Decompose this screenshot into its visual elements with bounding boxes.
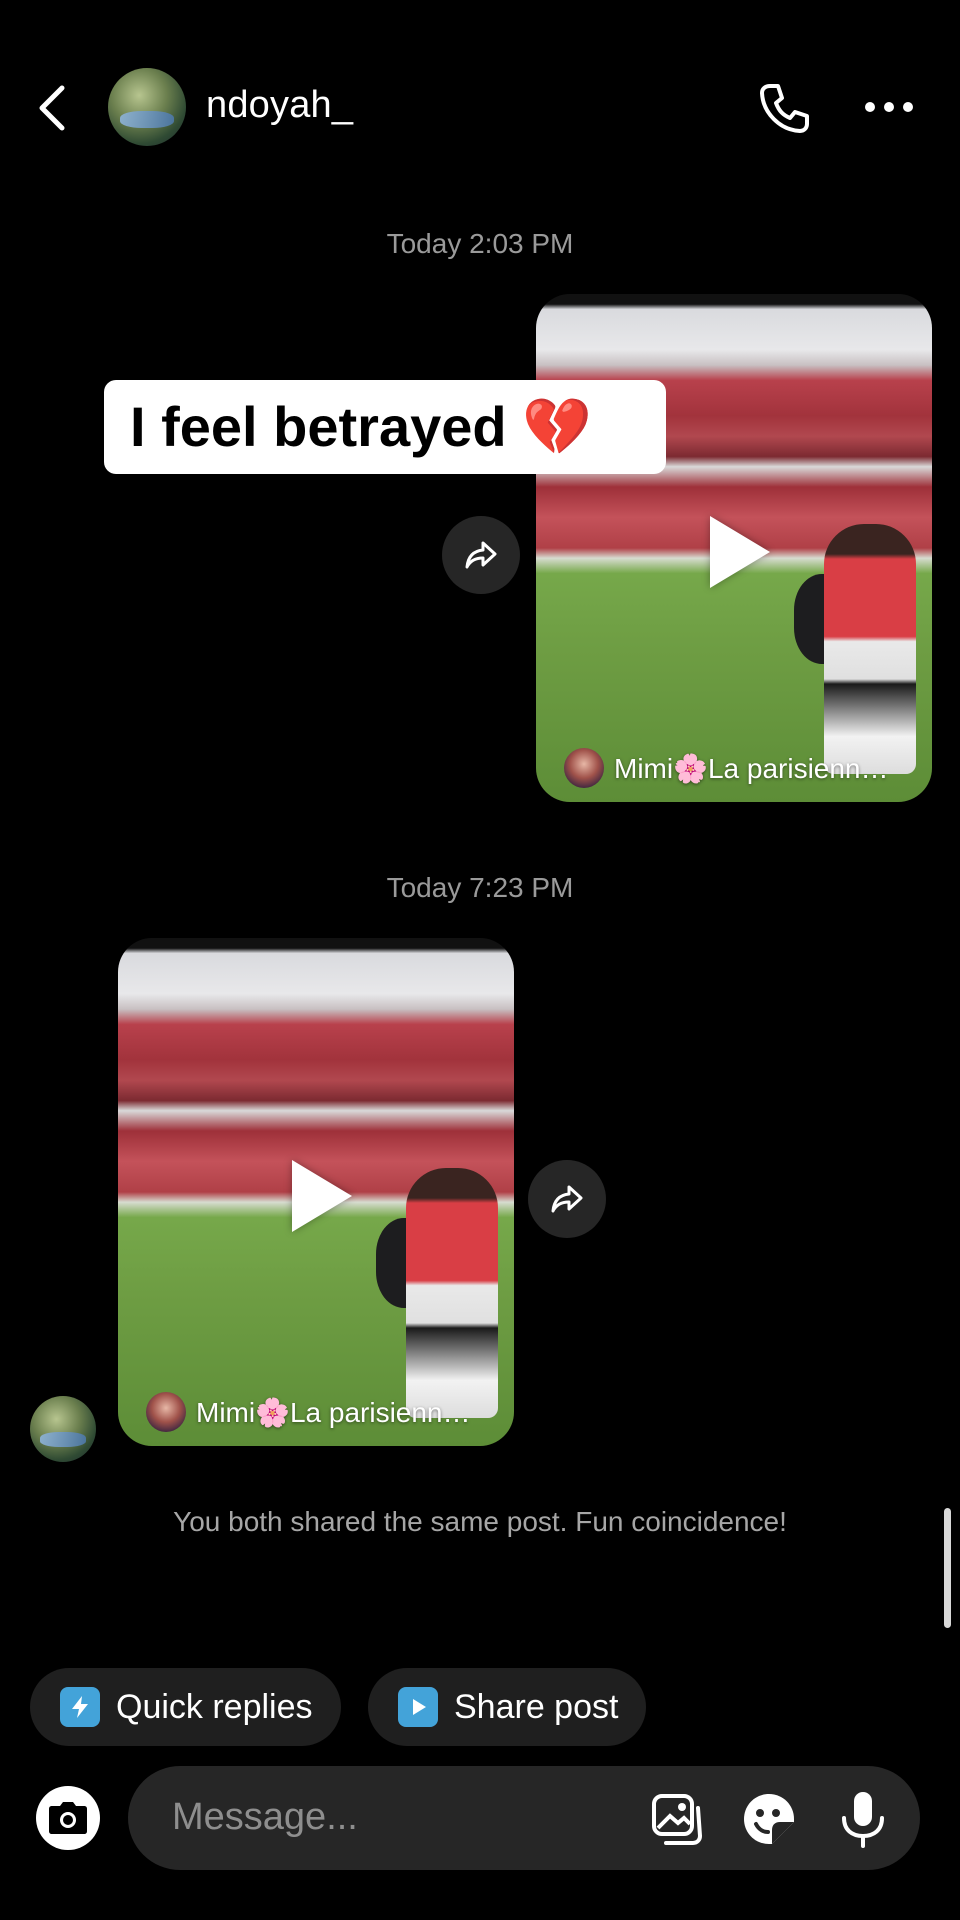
- share-post-label: Share post: [454, 1687, 619, 1726]
- back-chevron-icon[interactable]: [30, 80, 76, 136]
- microphone-icon[interactable]: [834, 1790, 892, 1848]
- scrollbar[interactable]: [944, 1508, 951, 1628]
- message-input[interactable]: Message...: [172, 1796, 358, 1839]
- share-post-chip[interactable]: Share post: [368, 1668, 647, 1746]
- author-avatar: [146, 1392, 186, 1432]
- camera-icon: [49, 1802, 87, 1834]
- shared-video-card[interactable]: Mimi🌸La parisienn…: [536, 294, 932, 802]
- post-author-name: Mimi🌸La parisienn…: [614, 752, 889, 784]
- post-author: Mimi🌸La parisienn…: [564, 748, 889, 788]
- gallery-icon[interactable]: [648, 1790, 706, 1848]
- share-arrow-icon: [465, 541, 497, 569]
- sender-avatar[interactable]: [30, 1396, 96, 1462]
- post-author-name: Mimi🌸La parisienn…: [196, 1396, 471, 1428]
- more-icon[interactable]: [862, 94, 916, 120]
- play-icon[interactable]: [292, 1160, 352, 1232]
- timestamp: Today 2:03 PM: [386, 228, 574, 259]
- caption-overlay: I feel betrayed 💔: [104, 380, 666, 474]
- system-note: You both shared the same post. Fun coinc…: [173, 1506, 787, 1537]
- camera-button[interactable]: [36, 1786, 100, 1850]
- share-button[interactable]: [528, 1160, 606, 1238]
- author-avatar: [564, 748, 604, 788]
- share-arrow-icon: [551, 1185, 583, 1213]
- quick-replies-label: Quick replies: [116, 1687, 313, 1726]
- message-composer[interactable]: Message...: [128, 1766, 920, 1870]
- contact-username[interactable]: ndoyah_: [206, 84, 353, 127]
- post-author: Mimi🌸La parisienn…: [146, 1392, 471, 1432]
- share-button[interactable]: [442, 516, 520, 594]
- phone-icon[interactable]: [756, 80, 812, 136]
- play-icon[interactable]: [710, 516, 770, 588]
- sticker-icon[interactable]: [740, 1790, 798, 1848]
- lightning-icon: [60, 1687, 100, 1727]
- shared-video-card[interactable]: Mimi🌸La parisienn…: [118, 938, 514, 1446]
- quick-replies-chip[interactable]: Quick replies: [30, 1668, 341, 1746]
- timestamp: Today 7:23 PM: [386, 872, 574, 903]
- contact-avatar[interactable]: [108, 68, 186, 146]
- play-square-icon: [398, 1687, 438, 1727]
